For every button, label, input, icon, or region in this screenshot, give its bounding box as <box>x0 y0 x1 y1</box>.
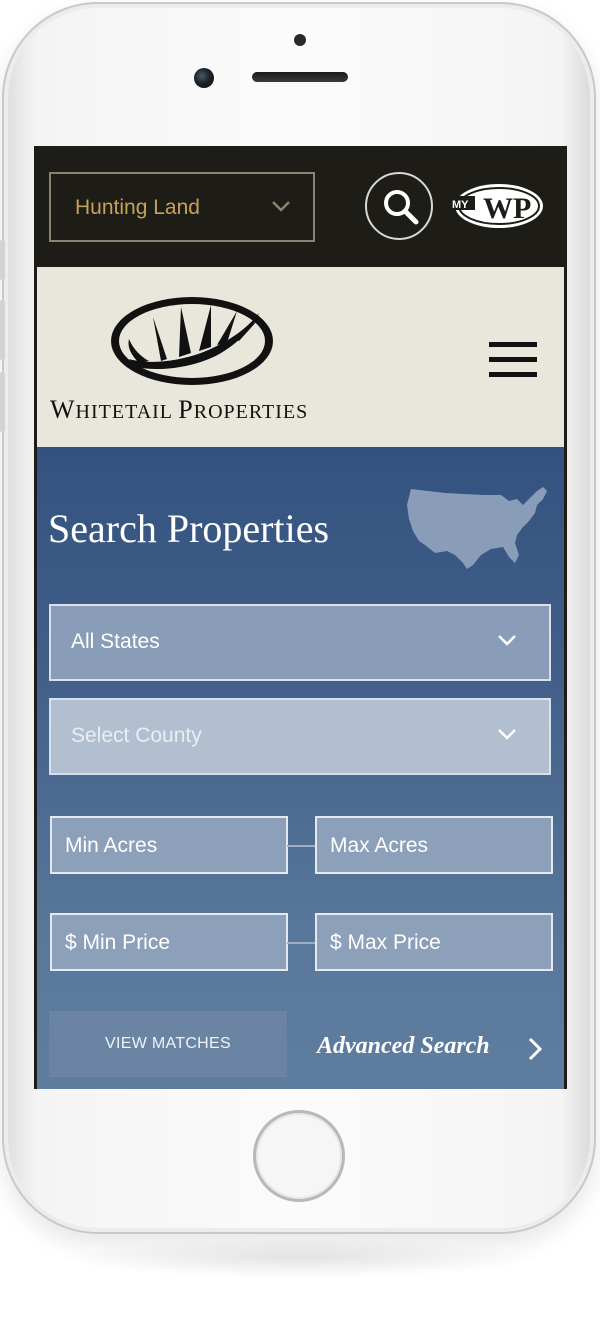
view-matches-button[interactable]: VIEW MATCHES <box>49 1011 287 1077</box>
county-select[interactable]: Select County <box>49 698 551 775</box>
search-panel: Search Properties All States Select Coun… <box>37 447 564 1089</box>
mywp-prefix: MY <box>452 199 469 211</box>
chevron-down-icon <box>272 201 290 212</box>
range-connector <box>287 845 315 847</box>
site-header: WHITETAIL PROPERTIES <box>37 267 564 447</box>
brand-initial-2: P <box>178 395 194 424</box>
max-acres-placeholder: Max Acres <box>330 834 429 857</box>
max-price-placeholder: $ Max Price <box>330 931 441 954</box>
mywp-logo-icon[interactable]: MY WP <box>449 180 545 232</box>
search-title: Search Properties <box>48 506 330 551</box>
category-select-value: Hunting Land <box>75 196 200 219</box>
search-button[interactable] <box>365 172 433 240</box>
state-select-value: All States <box>71 630 160 653</box>
home-button[interactable] <box>253 1110 345 1202</box>
volume-down-button <box>0 372 5 432</box>
brand-name: WHITETAIL PROPERTIES <box>50 395 308 425</box>
max-price-input[interactable]: $ Max Price <box>315 913 553 971</box>
volume-up-button <box>0 300 5 360</box>
chevron-right-icon[interactable] <box>527 1037 543 1061</box>
category-select[interactable]: Hunting Land <box>49 172 315 242</box>
range-connector <box>287 942 315 944</box>
min-acres-input[interactable]: Min Acres <box>50 816 288 874</box>
top-bar: Hunting Land MY WP <box>34 146 567 267</box>
brand-initial-1: W <box>50 395 76 424</box>
view-matches-label: VIEW MATCHES <box>105 1035 231 1052</box>
state-select[interactable]: All States <box>49 604 551 681</box>
chevron-down-icon <box>498 635 516 646</box>
antler-oval-logo[interactable] <box>109 295 275 387</box>
min-acres-placeholder: Min Acres <box>65 834 158 857</box>
hamburger-menu-icon[interactable] <box>489 342 537 380</box>
earpiece-speaker <box>252 72 348 82</box>
min-price-input[interactable]: $ Min Price <box>50 913 288 971</box>
brand-rest-1: HITETAIL <box>75 401 179 423</box>
usa-map-icon <box>407 487 547 569</box>
max-acres-input[interactable]: Max Acres <box>315 816 553 874</box>
front-camera <box>194 68 214 88</box>
side-button <box>0 240 5 280</box>
mywp-text: WP <box>483 192 531 225</box>
phone-screen: Hunting Land MY WP WHITETAIL PROPERTIES … <box>34 146 567 1089</box>
min-price-placeholder: $ Min Price <box>65 931 171 954</box>
magnifier-icon <box>384 190 419 225</box>
county-select-value: Select County <box>71 724 202 747</box>
chevron-down-icon <box>498 729 516 740</box>
proximity-sensor <box>294 34 306 46</box>
advanced-search-link[interactable]: Advanced Search <box>317 1033 490 1060</box>
device-shadow <box>60 1238 540 1278</box>
brand-rest-2: ROPERTIES <box>193 401 309 423</box>
